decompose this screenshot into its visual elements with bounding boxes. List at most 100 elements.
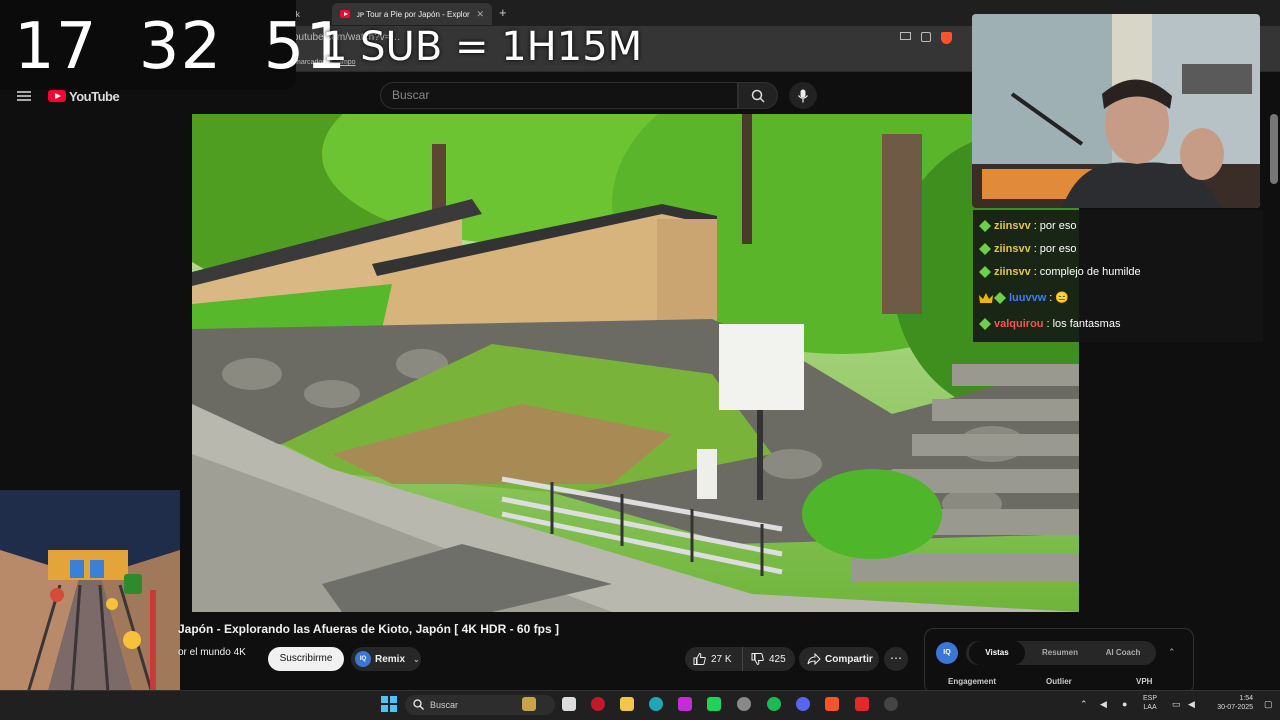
browser-toolbar-icons — [900, 32, 952, 44]
edge-icon[interactable] — [649, 697, 663, 711]
youtube-logo-text[interactable]: YouTube — [69, 89, 120, 104]
tab-label: ᴊᴘ Tour a Pie por Japón - Explora — [356, 9, 471, 19]
sub-goal-text: 1 SUB = 1H15M — [322, 24, 643, 70]
chat-username: ziinsvv — [994, 243, 1031, 255]
microphone-icon — [798, 89, 808, 102]
chat-colon: : — [1046, 318, 1050, 330]
menu-icon[interactable] — [17, 91, 31, 101]
sub-badge-icon — [994, 291, 1006, 304]
channel-name[interactable]: or el mundo 4K — [178, 647, 246, 658]
input-language[interactable]: ESP LAA — [1143, 694, 1157, 712]
chat-text: complejo de humilde — [1039, 266, 1141, 278]
chat-username: ziinsvv — [994, 266, 1031, 278]
vidiq-col-engagement: Engagement — [948, 677, 997, 686]
chat-message: luuvvw: 😑 — [979, 291, 1069, 304]
remix-button[interactable]: IQ Remix ⌄ — [351, 647, 421, 671]
video-player[interactable] — [192, 114, 1079, 612]
obs-icon[interactable] — [737, 697, 751, 711]
thumbs-down-icon — [751, 653, 764, 665]
lang-bottom: LAA — [1143, 704, 1157, 711]
youtube-logo-icon[interactable] — [48, 90, 66, 102]
remix-label: Remix — [375, 653, 406, 665]
subway-surfers-overlay — [0, 490, 180, 720]
chat-username: ziinsvv — [994, 220, 1031, 232]
share-button[interactable]: Compartir — [799, 647, 879, 671]
sub-badge-icon — [979, 318, 991, 330]
close-tab-icon[interactable]: ✕ — [476, 9, 484, 20]
chat-username: luuvvw — [1009, 291, 1047, 304]
spotify-icon[interactable] — [767, 697, 781, 711]
chat-text: por eso — [1039, 243, 1077, 255]
tab-youtube[interactable]: ᴊᴘ Tour a Pie por Japón - Explora ✕ — [332, 3, 492, 25]
chat-text: 😑 — [1055, 292, 1070, 304]
vidiq-tab-ai-coach[interactable]: AI Coach — [1094, 641, 1152, 665]
sub-badge-icon — [979, 266, 991, 278]
chat-text: por eso — [1039, 220, 1077, 232]
kick-icon[interactable] — [707, 697, 721, 711]
file-explorer-icon[interactable] — [620, 697, 634, 711]
chat-colon: : — [1033, 243, 1037, 255]
sub-badge-icon — [979, 243, 991, 255]
search-icon — [413, 699, 424, 710]
chat-colon: : — [1033, 266, 1037, 278]
system-clock[interactable]: 1:54 30-07-2025 — [1207, 694, 1253, 712]
notifications-icon[interactable]: ▢ — [1264, 699, 1273, 710]
vidiq-col-vph: VPH — [1136, 677, 1153, 686]
crown-badge-icon — [979, 292, 993, 304]
capcut-icon[interactable] — [678, 697, 692, 711]
chat-text: los fantasmas — [1052, 318, 1121, 330]
streamer-webcam-image — [972, 14, 1260, 208]
search-icon — [751, 89, 765, 103]
chat-message: valquirou: los fantasmas — [979, 318, 1120, 330]
brave-icon[interactable] — [825, 697, 839, 711]
app-icon[interactable] — [855, 697, 869, 711]
windows-start-icon[interactable] — [381, 696, 397, 712]
vidiq-tab-resumen[interactable]: Resumen — [1030, 641, 1090, 665]
clock-date: 30-07-2025 — [1217, 704, 1253, 711]
subway-surfers-gameplay-image — [0, 490, 180, 720]
clock-time: 1:54 — [1239, 695, 1253, 702]
sub-badge-icon — [979, 220, 991, 232]
share-page-icon[interactable] — [921, 32, 931, 42]
video-title: Japón - Explorando las Afueras de Kioto,… — [178, 622, 559, 636]
network-icon[interactable]: ▭ — [1172, 699, 1181, 710]
search-input[interactable]: Buscar — [380, 82, 738, 109]
chat-overlay: ziinsvv: por eso ziinsvv: por eso ziinsv… — [973, 210, 1263, 342]
vidiq-tab-vistas[interactable]: Vistas — [969, 641, 1025, 665]
windows-taskbar — [0, 690, 1280, 720]
chat-username: valquirou — [994, 318, 1044, 330]
app-icon[interactable] — [884, 697, 898, 711]
vidiq-logo-icon: IQ — [936, 642, 958, 664]
discord-icon[interactable] — [796, 697, 810, 711]
more-actions-button[interactable]: ⋯ — [884, 647, 908, 671]
search-highlight-icon — [522, 697, 536, 711]
vidiq-icon: IQ — [355, 651, 371, 667]
speaker-icon[interactable]: ◀ — [1100, 699, 1107, 710]
like-button[interactable]: 27 K — [685, 647, 741, 671]
stream-timer: 17 32 51 — [14, 10, 347, 84]
dislike-count: 425 — [769, 653, 786, 665]
volume-icon[interactable]: ◀ — [1188, 699, 1195, 710]
dislike-button[interactable]: 425 — [742, 647, 794, 671]
chevron-up-icon[interactable]: ⌃ — [1080, 699, 1088, 710]
chevron-up-icon[interactable]: ⌃ — [1168, 647, 1176, 658]
new-tab-button[interactable]: + — [499, 5, 507, 20]
brave-shield-icon[interactable] — [941, 32, 952, 44]
chevron-down-icon: ⌄ — [413, 654, 420, 664]
chat-colon: : — [1033, 220, 1037, 232]
voice-search-button[interactable] — [789, 82, 817, 109]
share-label: Compartir — [825, 653, 873, 665]
chat-message: ziinsvv: complejo de humilde — [979, 266, 1141, 278]
microphone-icon[interactable]: ● — [1122, 699, 1127, 709]
vidiq-col-outlier: Outlier — [1046, 677, 1072, 686]
search-button[interactable] — [738, 82, 778, 109]
page-scrollbar[interactable] — [1270, 114, 1278, 184]
chat-message: ziinsvv: por eso — [979, 243, 1076, 255]
lang-top: ESP — [1143, 695, 1158, 702]
opera-icon[interactable] — [591, 697, 605, 711]
video-frame-kyoto-street — [192, 114, 1079, 612]
share-icon — [807, 653, 821, 665]
cast-icon[interactable] — [900, 32, 911, 40]
subscribe-button[interactable]: Suscribirme — [268, 647, 344, 671]
snipping-tool-icon[interactable] — [562, 697, 576, 711]
